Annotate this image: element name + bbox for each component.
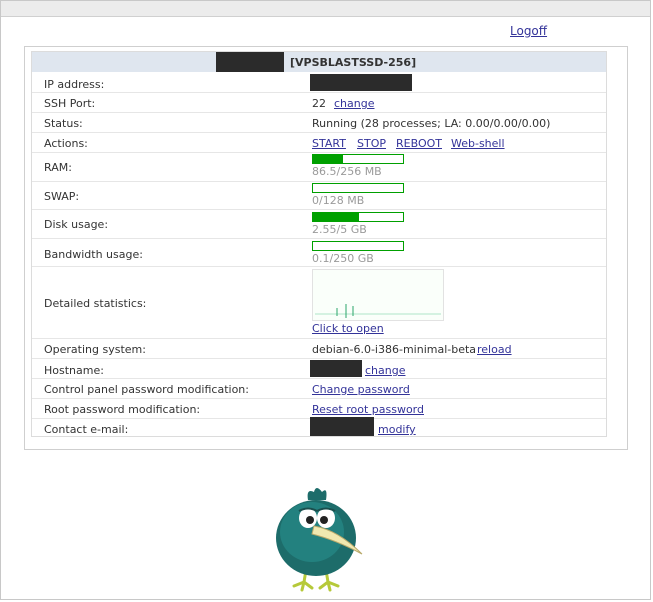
email-modify-link[interactable]: modify bbox=[378, 423, 416, 436]
os-label: Operating system: bbox=[44, 343, 146, 356]
ssh-label: SSH Port: bbox=[44, 97, 96, 110]
bandwidth-label: Bandwidth usage: bbox=[44, 248, 143, 261]
reboot-link[interactable]: REBOOT bbox=[396, 137, 442, 150]
row-hostname: Hostname: change bbox=[32, 358, 606, 379]
row-actions: Actions: START STOP REBOOT Web-shell bbox=[32, 132, 606, 153]
email-label: Contact e-mail: bbox=[44, 423, 129, 436]
actions-label: Actions: bbox=[44, 137, 88, 150]
os-value: debian-6.0-i386-minimal-beta bbox=[312, 343, 477, 356]
cp-password-label: Control panel password modification: bbox=[44, 383, 249, 396]
stats-open-link[interactable]: Click to open bbox=[312, 322, 384, 335]
stats-graph[interactable] bbox=[312, 269, 444, 321]
redacted-hostname bbox=[310, 360, 362, 377]
vps-header: [VPSBLASTSSD-256] bbox=[32, 52, 606, 72]
row-swap: SWAP: 0/128 MB bbox=[32, 181, 606, 210]
ram-label: RAM: bbox=[44, 161, 72, 174]
swap-text: 0/128 MB bbox=[312, 194, 365, 207]
row-stats: Detailed statistics: Click to open bbox=[32, 266, 606, 339]
ram-text: 86.5/256 MB bbox=[312, 165, 382, 178]
top-bar bbox=[1, 1, 650, 17]
redacted-owner bbox=[216, 52, 284, 72]
row-os: Operating system: debian-6.0-i386-minima… bbox=[32, 338, 606, 359]
ram-bar-fill bbox=[313, 155, 344, 163]
ram-bar bbox=[312, 154, 404, 164]
row-disk: Disk usage: 2.55/5 GB bbox=[32, 209, 606, 239]
row-ram: RAM: 86.5/256 MB bbox=[32, 152, 606, 182]
redacted-ip bbox=[310, 74, 412, 91]
swap-label: SWAP: bbox=[44, 190, 80, 203]
status-value: Running (28 processes; LA: 0.00/0.00/0.0… bbox=[312, 117, 551, 130]
disk-text: 2.55/5 GB bbox=[312, 223, 367, 236]
reset-root-password-link[interactable]: Reset root password bbox=[312, 403, 424, 416]
start-link[interactable]: START bbox=[312, 137, 346, 150]
row-ip: IP address: bbox=[32, 72, 606, 93]
change-password-link[interactable]: Change password bbox=[312, 383, 410, 396]
mascot-svg bbox=[276, 488, 363, 592]
ssh-change-link[interactable]: change bbox=[334, 97, 374, 110]
ssh-port-value: 22 bbox=[312, 97, 326, 110]
row-email: Contact e-mail: modify bbox=[32, 417, 606, 436]
hostname-label: Hostname: bbox=[44, 364, 104, 377]
disk-bar-fill bbox=[313, 213, 359, 221]
ip-label: IP address: bbox=[44, 78, 105, 91]
row-ssh: SSH Port: 22 change bbox=[32, 92, 606, 113]
vps-panel: [VPSBLASTSSD-256] IP address: SSH Port: … bbox=[24, 46, 628, 450]
stop-link[interactable]: STOP bbox=[357, 137, 386, 150]
stats-label: Detailed statistics: bbox=[44, 297, 147, 310]
bandwidth-text: 0.1/250 GB bbox=[312, 252, 374, 265]
row-root-password: Root password modification: Reset root p… bbox=[32, 398, 606, 419]
hostname-change-link[interactable]: change bbox=[365, 364, 405, 377]
status-label: Status: bbox=[44, 117, 83, 130]
swap-bar bbox=[312, 183, 404, 193]
vps-name: [VPSBLASTSSD-256] bbox=[290, 56, 417, 69]
vps-info-table: [VPSBLASTSSD-256] IP address: SSH Port: … bbox=[31, 51, 607, 437]
root-password-label: Root password modification: bbox=[44, 403, 201, 416]
os-reload-link[interactable]: reload bbox=[477, 343, 512, 356]
row-cp-password: Control panel password modification: Cha… bbox=[32, 378, 606, 399]
bandwidth-bar bbox=[312, 241, 404, 251]
webshell-link[interactable]: Web-shell bbox=[451, 137, 505, 150]
stats-graph-svg bbox=[315, 304, 441, 318]
teal-bird-mascot-icon bbox=[268, 478, 368, 594]
redacted-email bbox=[310, 417, 374, 436]
row-status: Status: Running (28 processes; LA: 0.00/… bbox=[32, 112, 606, 133]
row-bandwidth: Bandwidth usage: 0.1/250 GB bbox=[32, 238, 606, 267]
disk-bar bbox=[312, 212, 404, 222]
logoff-link[interactable]: Logoff bbox=[510, 24, 547, 38]
disk-label: Disk usage: bbox=[44, 218, 109, 231]
